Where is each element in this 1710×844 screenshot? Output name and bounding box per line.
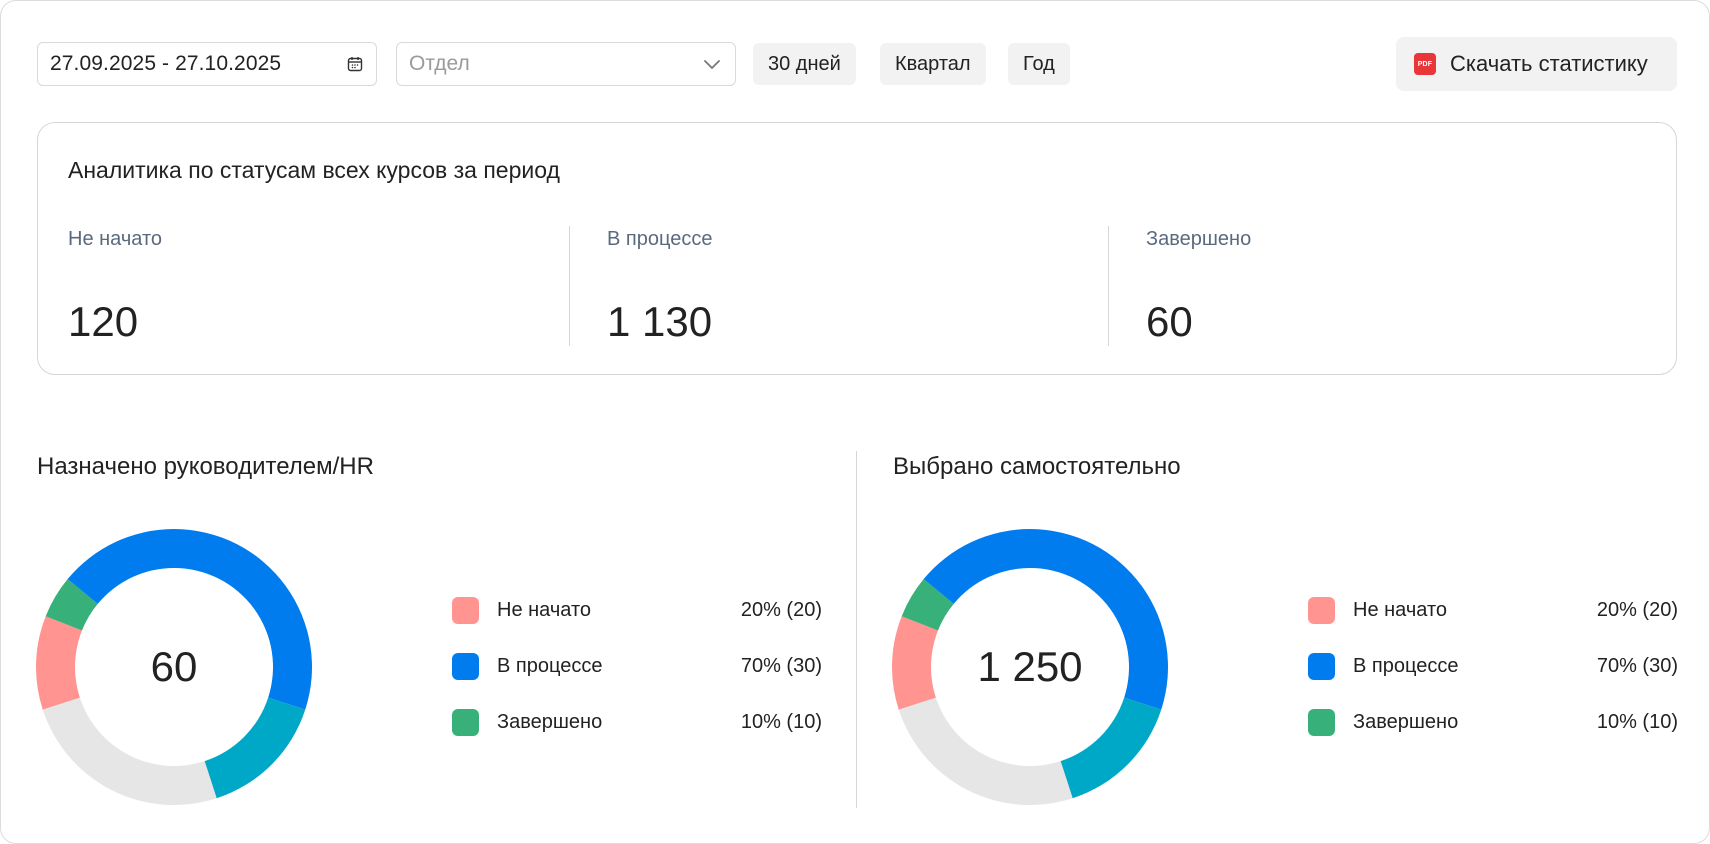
legend-swatch: [452, 708, 479, 736]
panel-divider: [856, 451, 857, 808]
legend-label: Не начато: [1353, 598, 1448, 621]
legend-label: Завершено: [497, 710, 603, 733]
status-summary-card: Аналитика по статусам всех курсов за пер…: [37, 122, 1677, 375]
legend-value: 10% (10): [1596, 710, 1678, 733]
statistics-panel: 27.09.2025 - 27.10.2025 Отдел 30 дней Кв…: [0, 0, 1710, 844]
self-selected-donut-chart: 1 250: [892, 529, 1168, 805]
donut-center-value: 60: [150, 643, 198, 690]
assigned-panel-title: Назначено руководителем/HR: [37, 453, 374, 480]
legend-swatch: [452, 596, 479, 624]
date-range-value: 27.09.2025 - 27.10.2025: [50, 52, 282, 75]
stat-value: 60: [1146, 298, 1193, 345]
stat-not-started: Не начато 120: [68, 228, 162, 348]
legend-value: 10% (10): [740, 710, 822, 733]
legend-item-in-progress: В процессе 70% (30): [1308, 652, 1678, 680]
legend-label: Не начато: [497, 598, 592, 621]
download-statistics-label: Скачать статистику: [1450, 51, 1648, 76]
download-statistics-button[interactable]: PDF Скачать статистику: [1396, 37, 1677, 91]
stat-in-progress: В процессе 1 130: [607, 228, 712, 348]
legend-swatch: [452, 652, 479, 680]
period-quarter-button[interactable]: Квартал: [880, 43, 986, 85]
legend-swatch: [1308, 708, 1335, 736]
divider: [1108, 226, 1109, 346]
stat-value: 120: [68, 298, 139, 345]
stat-label: Завершено: [1146, 228, 1252, 250]
calendar-icon[interactable]: [346, 55, 364, 73]
period-year-button[interactable]: Год: [1008, 43, 1070, 85]
pdf-icon: PDF: [1414, 53, 1436, 75]
legend-item-completed: Завершено 10% (10): [452, 708, 822, 736]
legend-label: В процессе: [497, 654, 603, 677]
stat-value: 1 130: [607, 298, 713, 345]
department-placeholder: Отдел: [409, 52, 470, 75]
legend-item-completed: Завершено 10% (10): [1308, 708, 1678, 736]
legend-swatch: [1308, 652, 1335, 680]
legend-item-in-progress: В процессе 70% (30): [452, 652, 822, 680]
summary-title: Аналитика по статусам всех курсов за пер…: [68, 157, 560, 183]
legend-item-not-started: Не начато 20% (20): [452, 596, 822, 624]
department-select[interactable]: Отдел: [396, 42, 736, 86]
legend-value: 70% (30): [1596, 654, 1678, 677]
legend-label: В процессе: [1353, 654, 1459, 677]
donut-center-value: 1 250: [977, 643, 1083, 690]
period-30-days-button[interactable]: 30 дней: [753, 43, 856, 85]
chevron-down-icon: [704, 60, 720, 69]
date-range-picker[interactable]: 27.09.2025 - 27.10.2025: [37, 42, 377, 86]
self-selected-panel-title: Выбрано самостоятельно: [893, 453, 1181, 480]
legend-item-not-started: Не начато 20% (20): [1308, 596, 1678, 624]
stat-label: Не начато: [68, 228, 163, 250]
legend-swatch: [1308, 596, 1335, 624]
legend-value: 70% (30): [740, 654, 822, 677]
divider: [569, 226, 570, 346]
stat-completed: Завершено 60: [1146, 228, 1251, 348]
stat-label: В процессе: [607, 228, 713, 250]
legend-label: Завершено: [1353, 710, 1459, 733]
legend-value: 20% (20): [1596, 598, 1678, 621]
assigned-donut-chart: 60: [35, 529, 312, 805]
legend-value: 20% (20): [740, 598, 822, 621]
